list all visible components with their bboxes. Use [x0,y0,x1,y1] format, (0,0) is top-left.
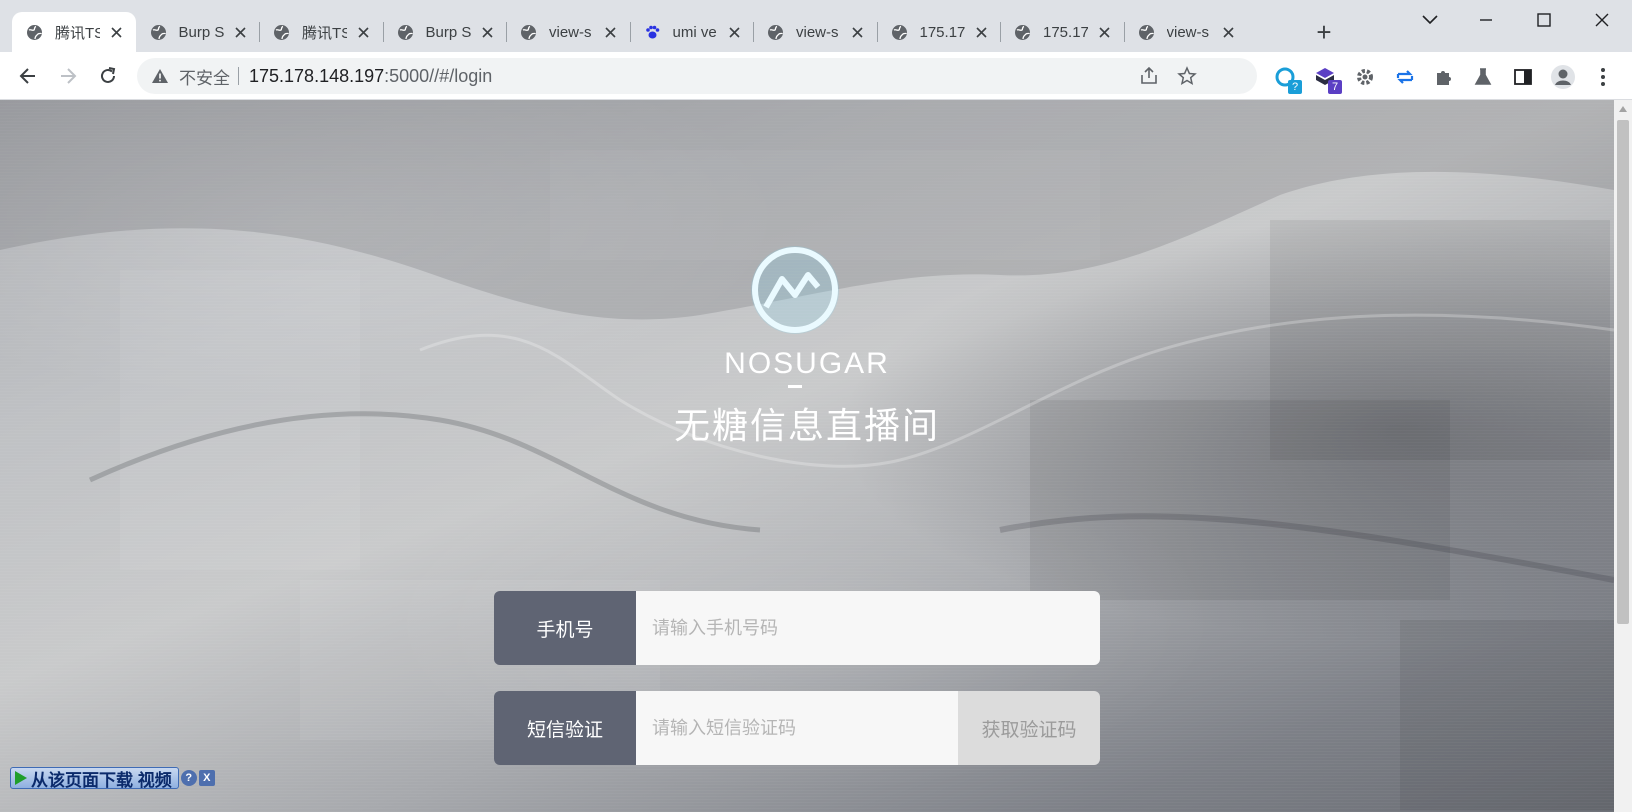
extension-sync-icon[interactable] [1392,64,1418,90]
close-download-bar-button[interactable]: X [198,770,215,786]
bookmark-star-icon[interactable] [1175,64,1199,88]
browser-tab[interactable]: Burp S [383,12,507,52]
minimize-button[interactable] [1466,6,1506,34]
extension-badge: ? [1288,80,1302,94]
sms-code-input[interactable] [636,691,958,765]
globe-icon [397,24,414,41]
brand-name-english: NOSUGAR [724,347,890,380]
profile-avatar-icon[interactable] [1550,64,1576,90]
brand-name-chinese: 无糖信息直播间 [673,405,940,446]
get-sms-code-button[interactable]: 获取验证码 [958,691,1100,765]
tab-search-button[interactable] [1410,6,1450,34]
reload-icon [101,67,116,83]
phone-label: 手机号 [494,591,636,665]
warning-triangle-icon[interactable] [151,67,169,85]
arrow-left-icon [19,68,35,84]
browser-tab[interactable]: 175.17 [877,12,1001,52]
security-status-label[interactable]: 不安全 [179,64,230,89]
tab-close-icon[interactable] [232,22,249,42]
browser-tab[interactable]: 175.17 [1000,12,1124,52]
browser-menu-icon[interactable] [1590,64,1616,90]
tab-title: view-s [549,23,592,41]
download-video-label: 从该页面下载 视频 [31,770,172,790]
maximize-button[interactable] [1524,6,1564,34]
globe-icon [1138,24,1155,41]
tab-title: umi ve [672,23,717,41]
sms-row: 短信验证 获取验证码 [494,691,1100,765]
share-icon[interactable] [1137,64,1161,88]
phone-row: 手机号 [494,591,1100,665]
close-window-button[interactable] [1582,6,1622,34]
tab-title: 175.17 [919,23,965,41]
scroll-up-arrow-icon[interactable] [1619,106,1627,112]
tab-title: 腾讯TS [302,24,348,42]
play-icon [15,771,27,785]
tab-title: Burp S [178,23,224,41]
arrow-right-icon [61,68,77,84]
globe-icon [520,24,537,41]
browser-tab[interactable]: Burp S [136,12,260,52]
reload-button[interactable] [92,60,124,92]
extension-cube-icon[interactable]: 7 [1312,64,1342,94]
minimize-icon [1480,19,1492,21]
globe-icon [150,24,167,41]
page-scrollbar[interactable] [1614,100,1632,812]
brand-divider [788,385,802,388]
globe-icon [767,24,784,41]
labs-flask-icon[interactable] [1470,64,1496,90]
tab-close-icon[interactable] [108,22,125,42]
extensions-puzzle-icon[interactable] [1430,64,1456,90]
back-button[interactable] [12,60,44,92]
globe-icon [26,24,43,41]
extension-badge: 7 [1328,80,1342,94]
phone-input[interactable] [636,591,1100,665]
tab-close-icon[interactable] [1220,22,1237,42]
globe-icon [1014,24,1031,41]
new-tab-button[interactable]: + [1310,17,1338,47]
tab-close-icon[interactable] [849,22,866,42]
tab-close-icon[interactable] [602,22,619,42]
download-video-button[interactable]: 从该页面下载 视频 [10,767,179,790]
address-divider [238,67,239,85]
tab-close-icon[interactable] [973,22,990,42]
baidu-paw-icon [644,24,661,41]
tab-title: view-s [1166,23,1210,41]
tab-title: 175.17 [1043,23,1089,41]
nosugar-logo-icon [740,235,850,345]
side-panel-icon[interactable] [1510,64,1536,90]
help-button[interactable]: ? [180,770,197,786]
sms-label: 短信验证 [494,691,636,765]
browser-toolbar: 不安全 175.178.148.197:5000//#/login ? 7 [0,52,1632,100]
tab-close-icon[interactable] [1096,22,1113,42]
browser-tab[interactable]: view-s [753,12,877,52]
tab-strip: 腾讯TS Burp S 腾讯TS Burp S view-s umi ve view-s 17… [0,0,1632,52]
login-page: NOSUGAR 无糖信息直播间 手机号 短信验证 获取验证码 [0,100,1614,812]
globe-icon [891,24,908,41]
extension-gear-icon[interactable] [1352,64,1378,90]
scrollbar-thumb[interactable] [1617,120,1629,624]
browser-tab[interactable]: 腾讯TS [259,12,383,52]
forward-button[interactable] [52,60,84,92]
video-download-bar: 从该页面下载 视频 ? X [10,765,215,791]
tab-close-icon[interactable] [479,22,496,42]
tab-close-icon[interactable] [726,22,743,42]
tab-title: 腾讯TS [55,24,101,42]
tab-close-icon[interactable] [355,22,372,42]
extension-refresh-icon[interactable]: ? [1272,64,1302,94]
maximize-icon [1537,13,1551,27]
browser-tab[interactable]: 腾讯TS [12,12,136,52]
tab-title: Burp S [425,23,471,41]
globe-icon [273,24,290,41]
address-bar[interactable]: 不安全 175.178.148.197:5000//#/login [137,58,1257,94]
browser-tab[interactable]: umi ve [630,12,754,52]
browser-tab[interactable]: view-s [1124,12,1248,52]
url-path: :5000//#/login [384,65,493,86]
browser-tab[interactable]: view-s [506,12,630,52]
close-icon [1595,13,1609,27]
url-host: 175.178.148.197 [249,65,385,86]
tab-title: view-s [796,23,839,41]
chevron-down-icon [1422,15,1438,25]
